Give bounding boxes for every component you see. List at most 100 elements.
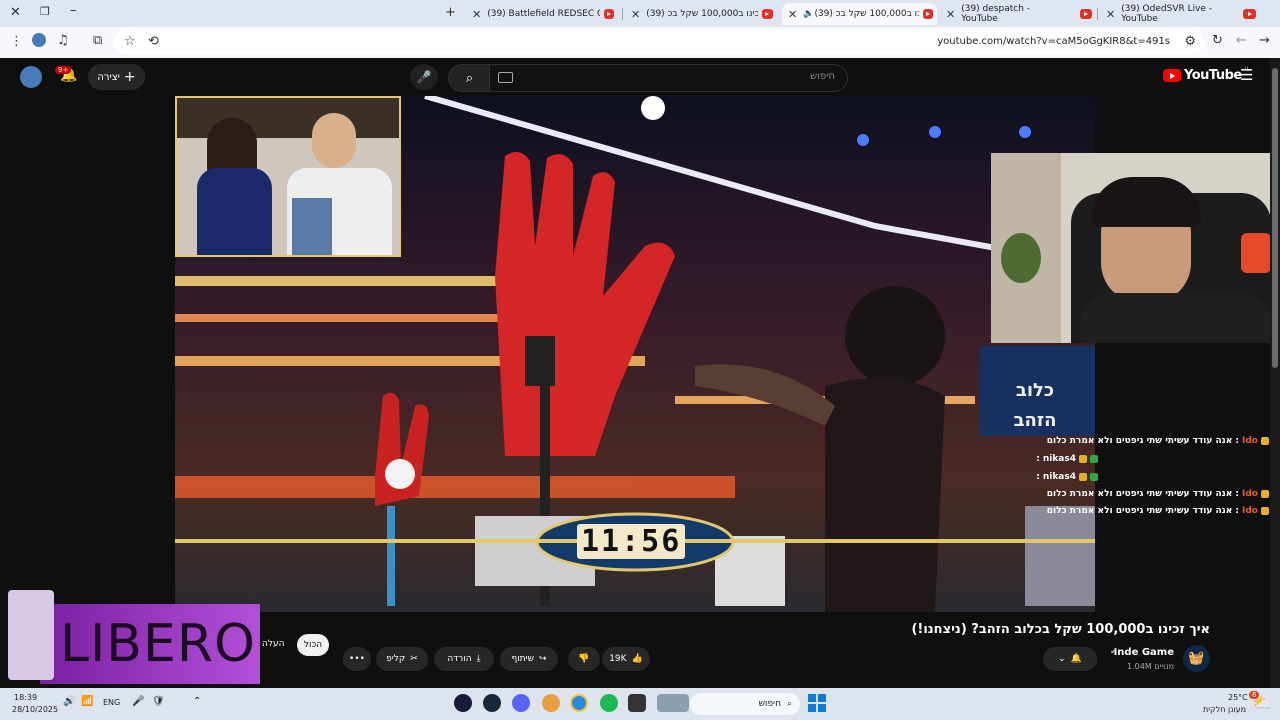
verified-icon: ✔ [1110,647,1118,657]
close-tab-icon[interactable]: ✕ [631,8,640,21]
url-text[interactable]: youtube.com/watch?v=caM5oGgKIR8&t=491s [937,36,1170,47]
stream-chat-overlay: אנה עודד עשיתי שתי גיפטים ולא אמרת כלום … [1010,436,1280,526]
chat-message: : nikas4 [1036,454,1098,464]
tab-current-video[interactable]: ✕ 🔈 (39) איך זכינו ב100,000 שקל בכ... [782,3,937,25]
tab-video-duplicate[interactable]: ✕ (39) איך זכינו ב100,000 שקל בכ... [625,3,777,25]
language-indicator[interactable]: ENG [103,698,120,707]
search-input[interactable]: חיפוש [489,64,848,92]
volume-icon[interactable]: 🔊 [63,696,75,707]
sub-badge-icon [1261,437,1269,445]
libero-ad-overlay[interactable]: LIBERO [0,580,260,685]
youtube-favicon-icon [603,9,614,19]
share-arrow-icon: ↪ [538,654,547,664]
chrome-icon[interactable] [570,694,588,712]
more-actions-button[interactable]: ••• [343,647,371,671]
search-button[interactable]: ⌕ [448,64,490,92]
taskbar-search[interactable]: חיפוש ⌕ [690,693,800,715]
extensions-icon[interactable]: ⧉ [93,33,102,48]
avatar[interactable] [20,66,42,88]
profile-avatar-icon[interactable] [32,33,46,47]
weather-desc: מעונן חלקית [1203,705,1247,714]
download-button[interactable]: הורדה ⤓ [434,647,494,671]
create-button[interactable]: יצירה + [88,64,145,90]
tab-odedsvr-live[interactable]: ✕ (39) OdedSVR Live - YouTube [1100,3,1260,25]
clock-time[interactable]: 18:39 [14,693,37,702]
reload-icon[interactable]: ↻ [1212,33,1223,48]
steam-icon[interactable] [483,694,501,712]
chat-message: : nikas4 [1036,472,1098,482]
youtube-play-icon [1163,69,1181,82]
spotify-icon[interactable] [600,694,618,712]
chevron-up-icon[interactable]: ⌃ [193,696,201,707]
chat-message: אנה עודד עשיתי שתי גיפטים ולא אמרת כלום … [1047,436,1280,446]
forward-icon[interactable]: ← [1236,33,1247,48]
microphone-icon[interactable]: 🎤 [132,696,144,707]
share-button[interactable]: שיתוף ↪ [500,647,558,671]
youtube-favicon-icon [1080,9,1092,19]
plus-icon: + [123,69,136,85]
mod-badge-icon [1090,455,1098,463]
game-timer: 11:56 [577,524,686,559]
close-tab-icon[interactable]: ✕ [788,8,797,21]
new-tab-icon[interactable]: + [445,5,456,20]
close-tab-icon[interactable]: ✕ [946,8,955,21]
chat-message: אנה עודד עשיתי שתי גיפטים ולא אמרת כלום … [1047,489,1280,499]
channel-avatar[interactable]: 🧺 [1183,645,1210,672]
app-icon[interactable] [454,694,472,712]
video-player[interactable]: כלוב הזהב 11:56 [175,96,1095,612]
install-app-icon[interactable]: ⟲ [148,34,159,49]
thumbs-down-icon: 👎 [578,654,590,664]
filter-chip-uploads[interactable]: העלה [262,639,285,649]
site-settings-icon[interactable]: ⚙ [1184,34,1196,49]
omnibox[interactable]: ☆ ⟲ youtube.com/watch?v=caM5oGgKIR8&t=49… [114,30,1204,54]
back-icon[interactable]: → [1259,33,1270,48]
wifi-icon[interactable]: 📶 [81,696,93,707]
ad-brand: LIBERO [60,614,256,674]
discord-icon[interactable] [512,694,530,712]
sub-badge-icon [1079,455,1087,463]
close-window-icon[interactable]: ✕ [10,5,21,20]
app-icon[interactable] [628,694,646,712]
tab-battlefield[interactable]: ✕ (39) Battlefield REDSEC Official... [466,3,618,25]
youtube-header: 🔔 9+ יצירה + 🎤 ⌕ חיפוש YouTube IL ☰ [0,58,1280,96]
page-scrollbar[interactable] [1270,58,1280,688]
widgets-thumbnail-icon[interactable] [657,694,689,712]
voice-search-button[interactable]: 🎤 [410,64,438,90]
media-control-icon[interactable]: ♫ [57,33,69,48]
menu-dots-icon[interactable]: ⋮ [10,34,23,49]
thumbs-up-icon: 👍 [631,654,643,664]
perfume-bottle-image [8,590,54,680]
close-tab-icon[interactable]: ✕ [472,8,481,21]
search-icon: ⌕ [465,70,474,86]
subscriber-count: 1.04M מנויים [1127,662,1174,671]
minimize-window-icon[interactable]: – [70,3,77,18]
bell-icon: 🔔 [1070,654,1082,664]
youtube-favicon-icon [922,9,933,19]
chevron-down-icon: ⌄ [1058,654,1066,664]
scrollbar-thumb[interactable] [1272,68,1278,368]
hamburger-menu-icon[interactable]: ☰ [1240,66,1253,84]
youtube-favicon-icon [1243,9,1256,19]
youtube-logo[interactable]: YouTube IL [1163,66,1250,83]
svg-text:הזהב: הזהב [1014,410,1057,431]
start-windows-icon[interactable] [808,694,826,712]
close-tab-icon[interactable]: ✕ [1106,8,1115,21]
like-button[interactable]: 19K 👍 [602,647,650,671]
guests-webcam-inset [175,96,401,257]
subscribed-button[interactable]: ⌄ 🔔 [1043,647,1097,671]
keyboard-icon[interactable] [498,72,513,83]
clock-date[interactable]: 28/10/2025 [12,705,58,714]
download-icon: ⤓ [476,654,481,664]
browser-toolbar: ⋮ ♫ ⧉ ☆ ⟲ youtube.com/watch?v=caM5oGgKIR… [0,27,1280,58]
audio-playing-icon[interactable]: 🔈 [803,9,814,19]
sub-badge-icon [1079,473,1087,481]
filter-chip-all[interactable]: הכול [297,634,329,656]
app-icon[interactable] [542,694,560,712]
shield-icon[interactable]: 🛡 [152,696,165,707]
channel-name[interactable]: Inde Game [1114,647,1174,658]
bookmark-star-icon[interactable]: ☆ [124,34,136,49]
restore-window-icon[interactable]: ❐ [40,5,50,18]
dislike-button[interactable]: 👎 [568,647,600,671]
clip-button[interactable]: קליפ ✂ [376,647,428,671]
tab-despatch[interactable]: ✕ (39) despatch - YouTube [940,3,1096,25]
